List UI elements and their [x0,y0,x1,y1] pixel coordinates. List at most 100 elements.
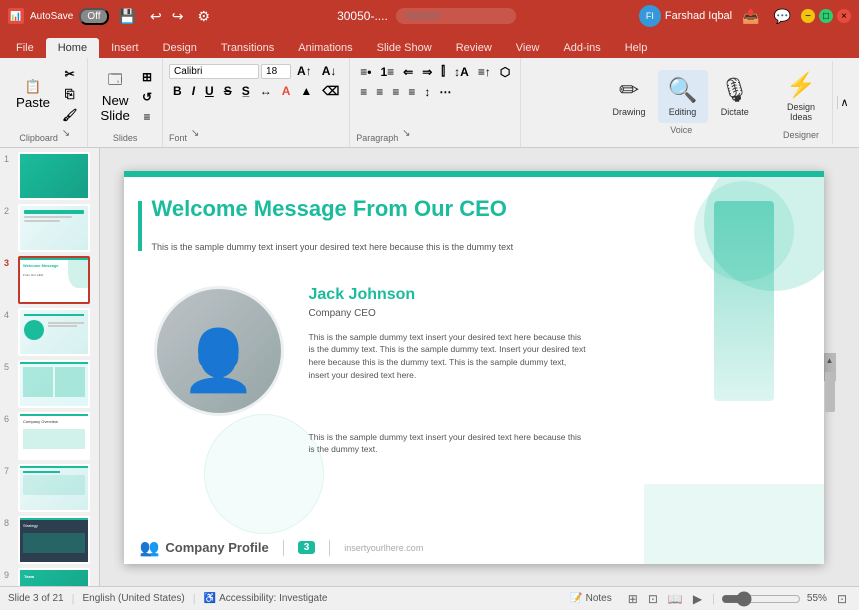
bold-button[interactable]: B [169,82,186,100]
columns-button[interactable]: ⫿ [437,62,449,81]
maximize-button[interactable]: □ [819,9,833,23]
tab-review[interactable]: Review [444,38,504,58]
para-expand-button[interactable]: ↘ [400,127,412,139]
slide-subtitle[interactable]: This is the sample dummy text insert you… [152,241,572,254]
customize-qat-button[interactable]: ⚙ [193,6,214,27]
slide-item-6[interactable]: 6 Company Overview [4,412,95,460]
font-shrink-button[interactable]: A↓ [318,62,341,80]
shadow-button[interactable]: S̲ [238,82,254,100]
redo-button[interactable]: ↪ [168,6,188,27]
align-center-button[interactable]: ≡ [372,83,387,101]
underline-button[interactable]: U [201,82,218,100]
reading-view-button[interactable]: 📖 [664,590,687,608]
char-spacing-button[interactable]: ↔ [256,82,276,100]
text-direction-button[interactable]: ↕A [450,62,473,81]
format-painter-button[interactable]: 🖌 [58,106,81,124]
tab-design[interactable]: Design [151,38,209,58]
design-ideas-button[interactable]: ⚡ DesignIdeas [776,65,826,128]
normal-view-button[interactable]: ⊞ [624,590,642,608]
smartart-button[interactable]: ⬡ [496,62,514,81]
minimize-button[interactable]: − [801,9,815,23]
slideshow-button[interactable]: ▶ [689,590,706,608]
slide-title[interactable]: Welcome Message From Our CEO [152,196,572,222]
accessibility-button[interactable]: ♿ Accessibility: Investigate [204,593,328,604]
slide-thumb-7[interactable] [18,464,90,512]
zoom-slider[interactable] [721,591,801,607]
more-para-button[interactable]: ⋯ [435,83,455,101]
scroll-up-button[interactable]: ▲ [824,353,836,367]
tab-help[interactable]: Help [613,38,660,58]
numbering-button[interactable]: 1≡ [376,62,398,81]
tab-animations[interactable]: Animations [286,38,364,58]
font-highlight-button[interactable]: ▲ [296,82,316,100]
slide-thumb-1[interactable] [18,152,90,200]
vertical-scrollbar[interactable]: ▲ ▼ [824,353,836,381]
new-slide-button[interactable]: 🗔 NewSlide [94,67,136,127]
decrease-indent-button[interactable]: ⇐ [399,62,417,81]
italic-button[interactable]: I [188,82,199,100]
slide-body-text-2[interactable]: This is the sample dummy text insert you… [309,431,589,457]
slide-thumb-4[interactable] [18,308,90,356]
section-button[interactable]: ≡ [138,108,156,126]
font-grow-button[interactable]: A↑ [293,62,316,80]
drawing-button[interactable]: ✏ Drawing [603,70,656,123]
line-spacing-button[interactable]: ↕ [420,83,434,101]
slide-thumb-2[interactable] [18,204,90,252]
comments-button[interactable]: 💬 [770,6,795,27]
slide-thumb-8[interactable]: Strategy [18,516,90,564]
slide-item-3[interactable]: 3 Welcome Message From Our CEO [4,256,95,304]
bullets-button[interactable]: ≡• [356,62,375,81]
reset-button[interactable]: ↺ [138,88,156,106]
tab-home[interactable]: Home [46,38,99,58]
slide-thumb-5[interactable] [18,360,90,408]
cut-button[interactable]: ✂ [58,65,81,83]
layout-button[interactable]: ⊞ [138,68,156,86]
slide-item-4[interactable]: 4 [4,308,95,356]
align-right-button[interactable]: ≡ [388,83,403,101]
save-button[interactable]: 💾 [115,6,140,27]
slide-thumb-6[interactable]: Company Overview [18,412,90,460]
slide-body-text-1[interactable]: This is the sample dummy text insert you… [309,331,589,382]
increase-indent-button[interactable]: ⇒ [418,62,436,81]
slide-item-7[interactable]: 7 [4,464,95,512]
slide-item-9[interactable]: 9 Team [4,568,95,586]
slide-panel[interactable]: 1 2 3 Welcome Message F [0,148,100,586]
align-left-button[interactable]: ≡ [356,83,371,101]
ribbon-collapse-button[interactable]: ∧ [837,96,851,109]
tab-insert[interactable]: Insert [99,38,151,58]
scroll-thumb[interactable] [825,372,835,412]
editing-button[interactable]: 🔍 Editing [658,70,708,123]
tab-addins[interactable]: Add-ins [551,38,612,58]
close-button[interactable]: × [837,9,851,23]
dictate-button[interactable]: 🎙 Dictate [710,70,760,123]
slide-item-1[interactable]: 1 [4,152,95,200]
align-text-button[interactable]: ≡↑ [474,62,495,81]
tab-slideshow[interactable]: Slide Show [365,38,444,58]
copy-button[interactable]: ⎘ [58,85,81,104]
slide-item-8[interactable]: 8 Strategy [4,516,95,564]
justify-button[interactable]: ≡ [404,83,419,101]
person-title[interactable]: Company CEO [309,308,376,319]
font-name-input[interactable] [169,64,259,79]
autosave-toggle[interactable]: Off [79,8,108,25]
tab-view[interactable]: View [504,38,552,58]
clipboard-expand-button[interactable]: ↘ [60,127,72,139]
undo-button[interactable]: ↩ [146,6,166,27]
search-input[interactable] [396,8,516,24]
slide-sorter-button[interactable]: ⊡ [644,590,662,608]
slide-thumb-9[interactable]: Team [18,568,90,586]
fit-to-window-button[interactable]: ⊡ [833,590,851,608]
slide-thumb-3[interactable]: Welcome Message From Our CEO [18,256,90,304]
font-expand-button[interactable]: ↘ [189,127,201,139]
font-size-input[interactable] [261,64,291,79]
paste-button[interactable]: 📋 Paste [10,75,56,114]
slide-item-5[interactable]: 5 [4,360,95,408]
slide-item-2[interactable]: 2 [4,204,95,252]
font-color-button[interactable]: A [278,82,295,100]
tab-transitions[interactable]: Transitions [209,38,286,58]
strikethrough-button[interactable]: S [220,82,236,100]
clear-format-button[interactable]: ⌫ [318,82,343,100]
share-button[interactable]: 📤 [738,6,763,27]
tab-file[interactable]: File [4,38,46,58]
notes-button[interactable]: 📝 Notes [564,591,618,606]
